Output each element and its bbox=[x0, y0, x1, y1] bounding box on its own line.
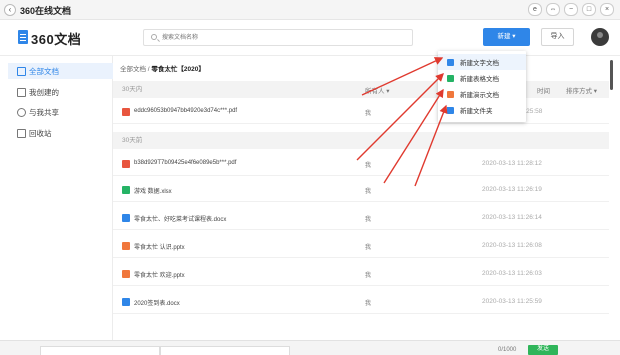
file-name: eddc96053b0947bb4920e3d74c***.pdf bbox=[134, 108, 238, 114]
file-time: 2020-03-13 11:26:14 bbox=[482, 214, 542, 221]
file-name: b38d929T7b09425e4f6e089e5b***.pdf bbox=[134, 160, 237, 166]
app-title: 360在线文档 bbox=[20, 6, 72, 16]
file-time: 2020-03-13 11:26:03 bbox=[482, 270, 542, 277]
breadcrumb-current: 零食太忙【2020】 bbox=[151, 66, 205, 73]
menu-item-label: 新建文件夹 bbox=[460, 108, 493, 115]
trash-icon bbox=[17, 128, 26, 138]
file-name: 零食太忙 认识.pptx bbox=[134, 245, 185, 251]
my-docs-icon bbox=[17, 87, 26, 97]
file-owner: 我 bbox=[365, 301, 372, 307]
sidebar-item-label: 与我共享 bbox=[29, 107, 59, 117]
sidebar-item-shared[interactable]: 与我共享 bbox=[17, 104, 107, 120]
sort-dropdown[interactable]: 排序方式 ▾ bbox=[566, 87, 597, 97]
sheet-doc-icon bbox=[447, 74, 454, 82]
menu-item-new-slide-doc[interactable]: 新建演示文档 bbox=[438, 86, 526, 102]
table-row[interactable]: eddc96053b0947bb4920e3d74c***.pdf 我 2020… bbox=[113, 100, 609, 124]
section-label: 30天内 bbox=[122, 86, 143, 93]
sidebar-item-label: 全部文档 bbox=[29, 66, 59, 76]
file-owner: 我 bbox=[365, 273, 372, 279]
browser-icon[interactable]: e bbox=[528, 3, 542, 16]
file-owner: 我 bbox=[365, 189, 372, 195]
breadcrumb: 全部文档 / 零食太忙【2020】 bbox=[120, 63, 205, 73]
menu-item-new-sheet-doc[interactable]: 新建表格文档 bbox=[438, 70, 526, 86]
table-row[interactable]: 零食太忙、好吃菜考试课程表.docx 我 2020-03-13 11:26:14 bbox=[113, 206, 609, 230]
file-time: 2020-03-13 11:26:19 bbox=[482, 186, 542, 193]
sheet-icon bbox=[122, 186, 130, 194]
menu-item-label: 新建表格文档 bbox=[460, 76, 499, 83]
window-controls: e ⇔ − □ × bbox=[528, 3, 614, 16]
owner-filter[interactable]: 所有人 ▾ bbox=[365, 87, 390, 97]
sidebar: 全部文档 我创建的 与我共享 回收站 bbox=[0, 56, 113, 355]
menu-item-label: 新建文字文档 bbox=[460, 60, 499, 67]
doc-icon bbox=[122, 214, 130, 222]
time-column-header[interactable]: 时间 bbox=[537, 87, 550, 97]
header: 360文档 新建 ▾ 导入 bbox=[0, 20, 620, 56]
section-30-days-ago: 30天前 bbox=[113, 132, 609, 149]
import-button[interactable]: 导入 bbox=[541, 28, 574, 46]
file-time: 2020-03-13 11:25:59 bbox=[482, 298, 542, 305]
all-docs-icon bbox=[17, 66, 26, 76]
minimize-icon[interactable]: − bbox=[564, 3, 578, 16]
menu-item-new-folder[interactable]: 新建文件夹 bbox=[438, 102, 526, 118]
bottom-field[interactable] bbox=[160, 346, 290, 355]
send-button[interactable]: 发送 bbox=[528, 345, 558, 355]
sidebar-item-trash[interactable]: 回收站 bbox=[17, 125, 107, 141]
file-owner: 我 bbox=[365, 163, 372, 169]
sidebar-item-label: 我创建的 bbox=[29, 87, 59, 97]
file-owner: 我 bbox=[365, 245, 372, 251]
table-row[interactable]: b38d929T7b09425e4f6e089e5b***.pdf 我 2020… bbox=[113, 152, 609, 176]
logo-text: 360文档 bbox=[31, 32, 82, 47]
new-document-menu: 新建文字文档 新建表格文档 新建演示文档 新建文件夹 bbox=[438, 51, 526, 122]
char-counter: 0/1000 bbox=[498, 347, 517, 353]
text-doc-icon bbox=[447, 58, 454, 66]
maximize-icon[interactable]: □ bbox=[582, 3, 596, 16]
ppt-icon bbox=[122, 270, 130, 278]
folder-icon bbox=[447, 106, 454, 114]
table-row[interactable]: 游戏 数据.xlsx 我 2020-03-13 11:26:19 bbox=[113, 178, 609, 202]
file-name: 零食太忙 欢迎.pptx bbox=[134, 273, 185, 279]
menu-item-label: 新建演示文档 bbox=[460, 92, 499, 99]
sidebar-item-my-docs[interactable]: 我创建的 bbox=[17, 84, 107, 100]
new-button[interactable]: 新建 ▾ bbox=[483, 28, 530, 46]
breadcrumb-root[interactable]: 全部文档 bbox=[120, 66, 146, 73]
section-label: 30天前 bbox=[122, 137, 143, 144]
search-icon bbox=[151, 34, 157, 40]
file-owner: 我 bbox=[365, 111, 372, 117]
file-owner: 我 bbox=[365, 217, 372, 223]
resize-icon[interactable]: ⇔ bbox=[546, 3, 560, 16]
file-time: 2020-03-13 11:28:12 bbox=[482, 160, 542, 167]
file-name: 零食太忙、好吃菜考试课程表.docx bbox=[134, 217, 227, 223]
title-bar: ‹ 360在线文档 e ⇔ − □ × bbox=[0, 0, 620, 20]
back-icon[interactable]: ‹ bbox=[4, 4, 16, 16]
table-row[interactable]: 零食太忙 欢迎.pptx 我 2020-03-13 11:26:03 bbox=[113, 262, 609, 286]
sidebar-item-all-docs[interactable]: 全部文档 bbox=[8, 63, 113, 79]
search-box[interactable] bbox=[143, 29, 413, 46]
ppt-icon bbox=[122, 242, 130, 250]
avatar[interactable] bbox=[591, 28, 609, 46]
scrollbar[interactable] bbox=[610, 60, 613, 90]
table-row[interactable]: 2020签到表.docx 我 2020-03-13 11:25:59 bbox=[113, 290, 609, 314]
bottom-field[interactable] bbox=[40, 346, 160, 355]
main-content: 全部文档 / 零食太忙【2020】 30天内 所有人 ▾ 时间 排序方式 ▾ e… bbox=[113, 56, 620, 355]
search-input[interactable] bbox=[162, 31, 402, 44]
close-icon[interactable]: × bbox=[600, 3, 614, 16]
sidebar-item-label: 回收站 bbox=[29, 128, 52, 138]
file-name: 游戏 数据.xlsx bbox=[134, 189, 172, 195]
section-30-days-in: 30天内 bbox=[113, 81, 609, 98]
doc-icon bbox=[122, 298, 130, 306]
pdf-icon bbox=[122, 160, 130, 168]
shared-icon bbox=[17, 107, 26, 117]
file-time: 2020-03-13 11:26:08 bbox=[482, 242, 542, 249]
logo-icon bbox=[18, 30, 28, 44]
slide-doc-icon bbox=[447, 90, 454, 98]
table-row[interactable]: 零食太忙 认识.pptx 我 2020-03-13 11:26:08 bbox=[113, 234, 609, 258]
file-name: 2020签到表.docx bbox=[134, 301, 180, 307]
menu-item-new-text-doc[interactable]: 新建文字文档 bbox=[438, 54, 526, 70]
pdf-icon bbox=[122, 108, 130, 116]
